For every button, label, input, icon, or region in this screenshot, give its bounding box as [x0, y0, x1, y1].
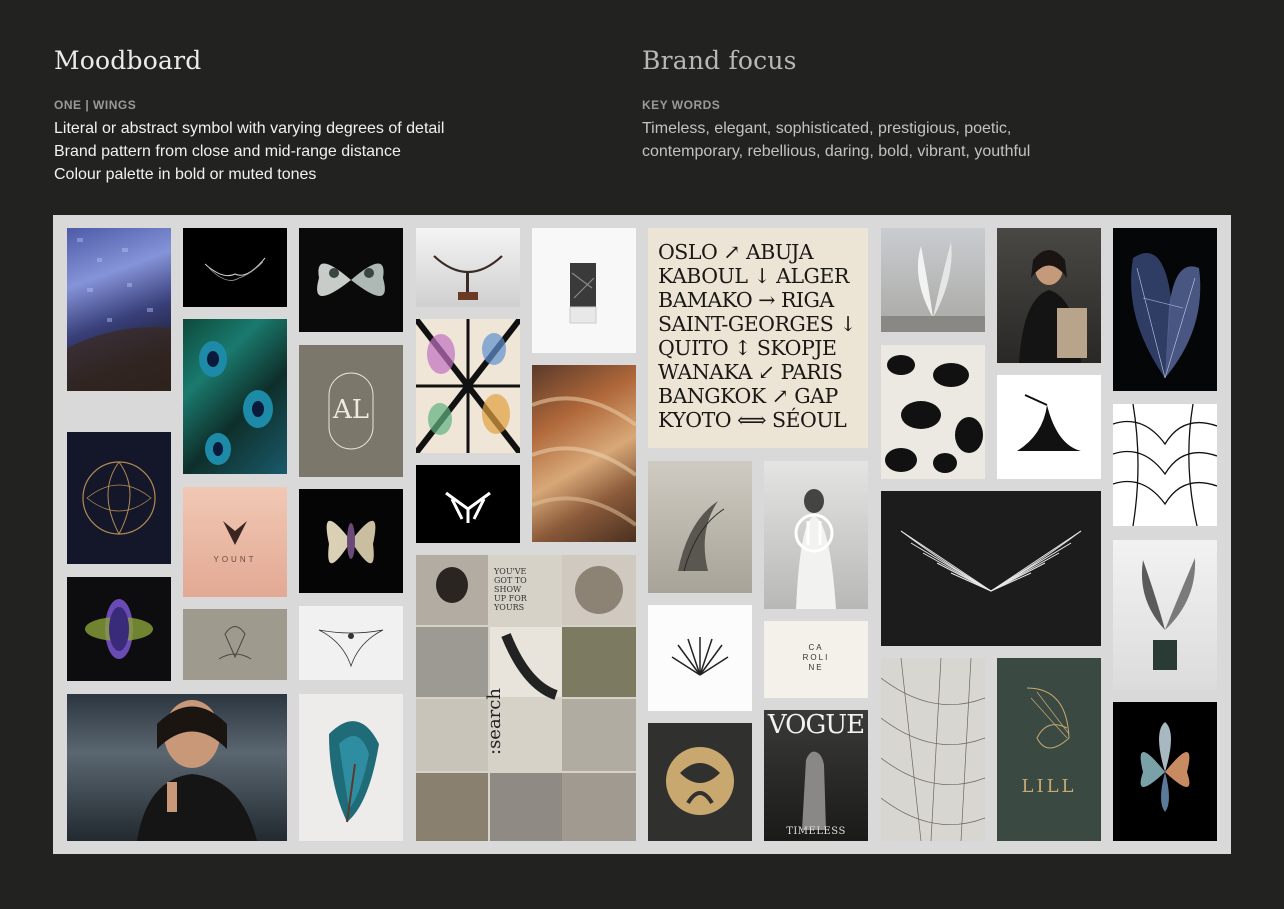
moodboard-subtitle: ONE | WINGS — [54, 98, 137, 112]
black-bird-logo — [997, 375, 1101, 479]
yount-wordmark: YOUNT — [213, 555, 257, 564]
spiral-sculpture-image — [648, 461, 752, 593]
marble-block-image — [532, 228, 636, 353]
cities-typography-poster: OSLO ↗ ABUJA KABOUL ↓ ALGER BAMAKO → RIG… — [648, 228, 868, 448]
description-line: Literal or abstract symbol with varying … — [54, 120, 445, 137]
peacock-feather-image — [183, 319, 287, 474]
calligraphic-monogram-card — [183, 609, 287, 680]
brand-focus-title: Brand focus — [642, 46, 797, 75]
caroline-wordmark: CA ROLI NE — [802, 643, 830, 672]
keywords-line: contemporary, rebellious, daring, bold, … — [642, 143, 1031, 160]
yount-logo-card: YOUNT — [183, 487, 287, 597]
description-line: Brand pattern from close and mid-range d… — [54, 143, 401, 160]
poster-city-list: OSLO ↗ ABUJA KABOUL ↓ ALGER BAMAKO → RIG… — [658, 240, 857, 432]
description-line: Colour palette in bold or muted tones — [54, 166, 317, 183]
moodboard-title: Moodboard — [54, 46, 202, 75]
caroline-logo-card: CA ROLI NE — [764, 621, 868, 698]
woman-dark-water-photo — [67, 694, 287, 841]
winged-statue-image — [1113, 540, 1217, 689]
vogue-cover-line: TIMELESS — [786, 826, 846, 837]
brown-feathers-image — [532, 365, 636, 542]
al-monogram: AL — [332, 395, 370, 425]
vogue-cover-image: VOGUE TIMELESS — [764, 710, 868, 841]
minimal-wing-line-logo — [183, 228, 287, 307]
blue-wing-scales-image — [67, 228, 171, 391]
moodboard-description: Literal or abstract symbol with varying … — [54, 117, 444, 186]
gold-crane-emblem — [648, 723, 752, 841]
woman-b-logo-photo — [764, 461, 868, 609]
purple-flower-image — [67, 577, 171, 681]
editorial-collage-image: YOU'VE GOT TO SHOW UP FOR YOURS :search — [416, 555, 636, 841]
gold-wing-emblem-image — [67, 432, 171, 564]
dragonfly-wing-closeup — [881, 658, 985, 841]
linear-wings-logo — [881, 491, 1101, 646]
blue-transparent-wing-image — [1113, 228, 1217, 391]
winged-symbol-card — [299, 606, 403, 680]
iridescent-iris-flower — [1113, 702, 1217, 841]
key-words-label: KEY WORDS — [642, 98, 721, 112]
bow-sculpture-image — [416, 228, 520, 307]
iridescent-feather-image — [299, 694, 403, 841]
al-monogram-card: AL — [299, 345, 403, 477]
key-words-text: Timeless, elegant, sophisticated, presti… — [642, 117, 1030, 163]
keywords-line: Timeless, elegant, sophisticated, presti… — [642, 120, 1012, 137]
rainbow-butterfly-pattern — [416, 319, 520, 453]
black-white-wing-pattern — [881, 345, 985, 479]
woman-portrait-photo — [997, 228, 1101, 363]
geometric-wing-logo — [416, 465, 520, 543]
collage-search-word: :search — [484, 688, 505, 755]
moth-wing-image — [299, 489, 403, 593]
collage-quote: YOU'VE GOT TO SHOW UP FOR YOURS — [494, 567, 527, 612]
wing-architecture-image — [881, 228, 985, 332]
line-art-wings-pattern — [1113, 404, 1217, 526]
fan-wing-logo — [648, 605, 752, 711]
moodboard-grid: YOUNT AL YOU'VE GOT TO SHOW UP FOR YOURS… — [53, 215, 1231, 854]
lill-wordmark: LILL — [1021, 776, 1077, 797]
butterfly-wing-detail-image — [299, 228, 403, 332]
lill-gold-logo-card: LILL — [997, 658, 1101, 841]
